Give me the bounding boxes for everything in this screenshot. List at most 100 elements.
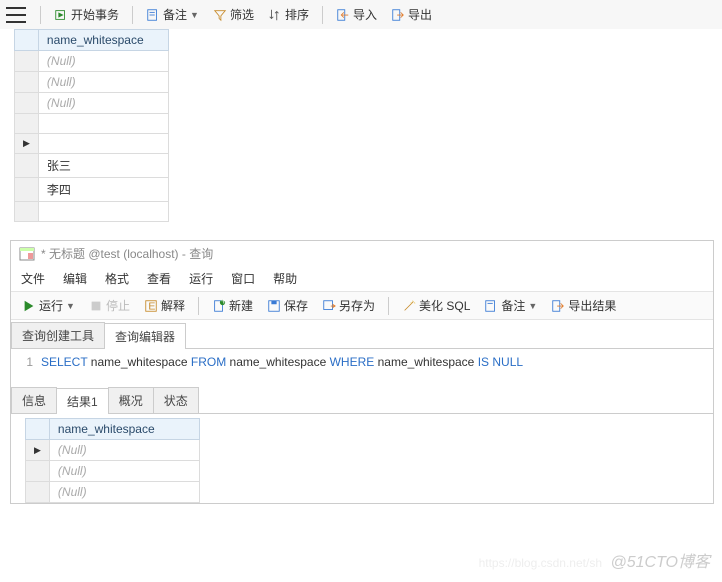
cell[interactable]: (Null)	[38, 72, 168, 93]
menu-item[interactable]: 帮助	[273, 270, 297, 287]
cell[interactable]: (Null)	[38, 51, 168, 72]
import-icon	[336, 8, 350, 22]
menubar: 文件 编辑 格式 查看 运行 窗口 帮助	[11, 266, 713, 291]
cell[interactable]: (Null)	[49, 461, 199, 482]
stop-icon	[89, 299, 103, 313]
row-indicator[interactable]	[15, 114, 39, 134]
table-row[interactable]: (Null)	[26, 440, 200, 461]
menu-icon[interactable]	[6, 7, 26, 23]
explain-button[interactable]: E 解释	[139, 295, 190, 316]
keyword: FROM	[191, 355, 226, 369]
table-row[interactable]: (Null)	[26, 482, 200, 503]
watermark: @51CTO博客	[610, 548, 710, 572]
cell[interactable]: 张三	[38, 154, 168, 178]
cell[interactable]	[38, 114, 168, 134]
svg-text:E: E	[148, 300, 155, 312]
row-indicator[interactable]	[15, 72, 39, 93]
table-row[interactable]	[15, 202, 169, 222]
cell[interactable]: (Null)	[38, 93, 168, 114]
table-row[interactable]: (Null)	[26, 461, 200, 482]
import-button[interactable]: 导入	[331, 4, 382, 25]
export-result-button[interactable]: 导出结果	[546, 295, 621, 316]
table-row[interactable]: (Null)	[15, 72, 169, 93]
separator	[40, 6, 41, 24]
save-button[interactable]: 保存	[262, 295, 313, 316]
row-indicator[interactable]	[15, 178, 39, 202]
menu-item[interactable]: 格式	[105, 270, 129, 287]
code-line[interactable]: SELECT name_whitespace FROM name_whitesp…	[41, 355, 523, 369]
memo2-label: 备注	[501, 297, 525, 314]
table-row[interactable]: 李四	[15, 178, 169, 202]
result-table[interactable]: name_whitespace (Null)(Null)(Null)	[25, 418, 200, 503]
new-icon: +	[212, 299, 226, 313]
keyword: SELECT	[41, 355, 87, 369]
query-window-icon	[19, 247, 35, 261]
sort-icon	[268, 8, 282, 22]
row-indicator[interactable]	[15, 134, 39, 154]
row-indicator[interactable]	[15, 154, 39, 178]
cell[interactable]: (Null)	[49, 440, 199, 461]
table-row[interactable]	[15, 134, 169, 154]
keyword: NULL	[492, 355, 523, 369]
stop-button: 停止	[84, 295, 135, 316]
explain-label: 解释	[161, 297, 185, 314]
export-icon	[551, 299, 565, 313]
table-row[interactable]: 张三	[15, 154, 169, 178]
table-row[interactable]: (Null)	[15, 51, 169, 72]
identifier: name_whitespace	[226, 355, 329, 369]
data-table[interactable]: name_whitespace (Null)(Null)(Null)张三李四	[14, 29, 169, 222]
cell[interactable]: (Null)	[49, 482, 199, 503]
column-header[interactable]: name_whitespace	[49, 419, 199, 440]
dropdown-icon: ▼	[190, 10, 199, 20]
keyword: WHERE	[330, 355, 375, 369]
editor-tabs: 查询创建工具查询编辑器	[11, 322, 713, 349]
column-header[interactable]: name_whitespace	[38, 30, 168, 51]
sql-editor[interactable]: 1 SELECT name_whitespace FROM name_white…	[11, 349, 713, 375]
tab[interactable]: 状态	[153, 387, 199, 413]
play-icon	[22, 299, 36, 313]
memo2-button[interactable]: 备注 ▼	[479, 295, 542, 316]
new-button[interactable]: + 新建	[207, 295, 258, 316]
cell[interactable]: 李四	[38, 178, 168, 202]
query-toolbar: 运行 ▼ 停止 E 解释 + 新建 保存 另存为 美化 SQL	[11, 291, 713, 320]
tab[interactable]: 结果1	[56, 388, 109, 414]
row-indicator[interactable]	[26, 482, 50, 503]
menu-item[interactable]: 编辑	[63, 270, 87, 287]
funnel-icon	[213, 8, 227, 22]
identifier: name_whitespace	[374, 355, 477, 369]
tab[interactable]: 概况	[108, 387, 154, 413]
window-title: * 无标题 @test (localhost) - 查询	[41, 245, 213, 262]
row-indicator[interactable]	[15, 51, 39, 72]
memo-button[interactable]: 备注 ▼	[141, 4, 204, 25]
cell[interactable]	[38, 202, 168, 222]
row-indicator[interactable]	[26, 440, 50, 461]
save-as-button[interactable]: 另存为	[317, 295, 380, 316]
row-indicator[interactable]	[26, 461, 50, 482]
filter-button[interactable]: 筛选	[208, 4, 259, 25]
save-as-label: 另存为	[339, 297, 375, 314]
export-result-label: 导出结果	[568, 297, 616, 314]
beautify-button[interactable]: 美化 SQL	[397, 295, 475, 316]
menu-item[interactable]: 查看	[147, 270, 171, 287]
row-indicator[interactable]	[15, 93, 39, 114]
row-indicator[interactable]	[15, 202, 39, 222]
sort-button[interactable]: 排序	[263, 4, 314, 25]
menu-item[interactable]: 窗口	[231, 270, 255, 287]
query-window: * 无标题 @test (localhost) - 查询 文件 编辑 格式 查看 运行 窗…	[10, 240, 714, 504]
save-label: 保存	[284, 297, 308, 314]
tab[interactable]: 信息	[11, 387, 57, 413]
beautify-label: 美化 SQL	[419, 297, 470, 314]
cell[interactable]	[38, 134, 168, 154]
table-row[interactable]	[15, 114, 169, 134]
begin-transaction-button[interactable]: 开始事务	[49, 4, 124, 25]
tab[interactable]: 查询编辑器	[104, 323, 186, 349]
table-row[interactable]: (Null)	[15, 93, 169, 114]
export-button[interactable]: 导出	[386, 4, 437, 25]
menu-item[interactable]: 文件	[21, 270, 45, 287]
run-button[interactable]: 运行 ▼	[17, 295, 80, 316]
save-as-icon	[322, 299, 336, 313]
tab[interactable]: 查询创建工具	[11, 322, 105, 348]
corner-cell	[26, 419, 50, 440]
filter-label: 筛选	[230, 6, 254, 23]
menu-item[interactable]: 运行	[189, 270, 213, 287]
